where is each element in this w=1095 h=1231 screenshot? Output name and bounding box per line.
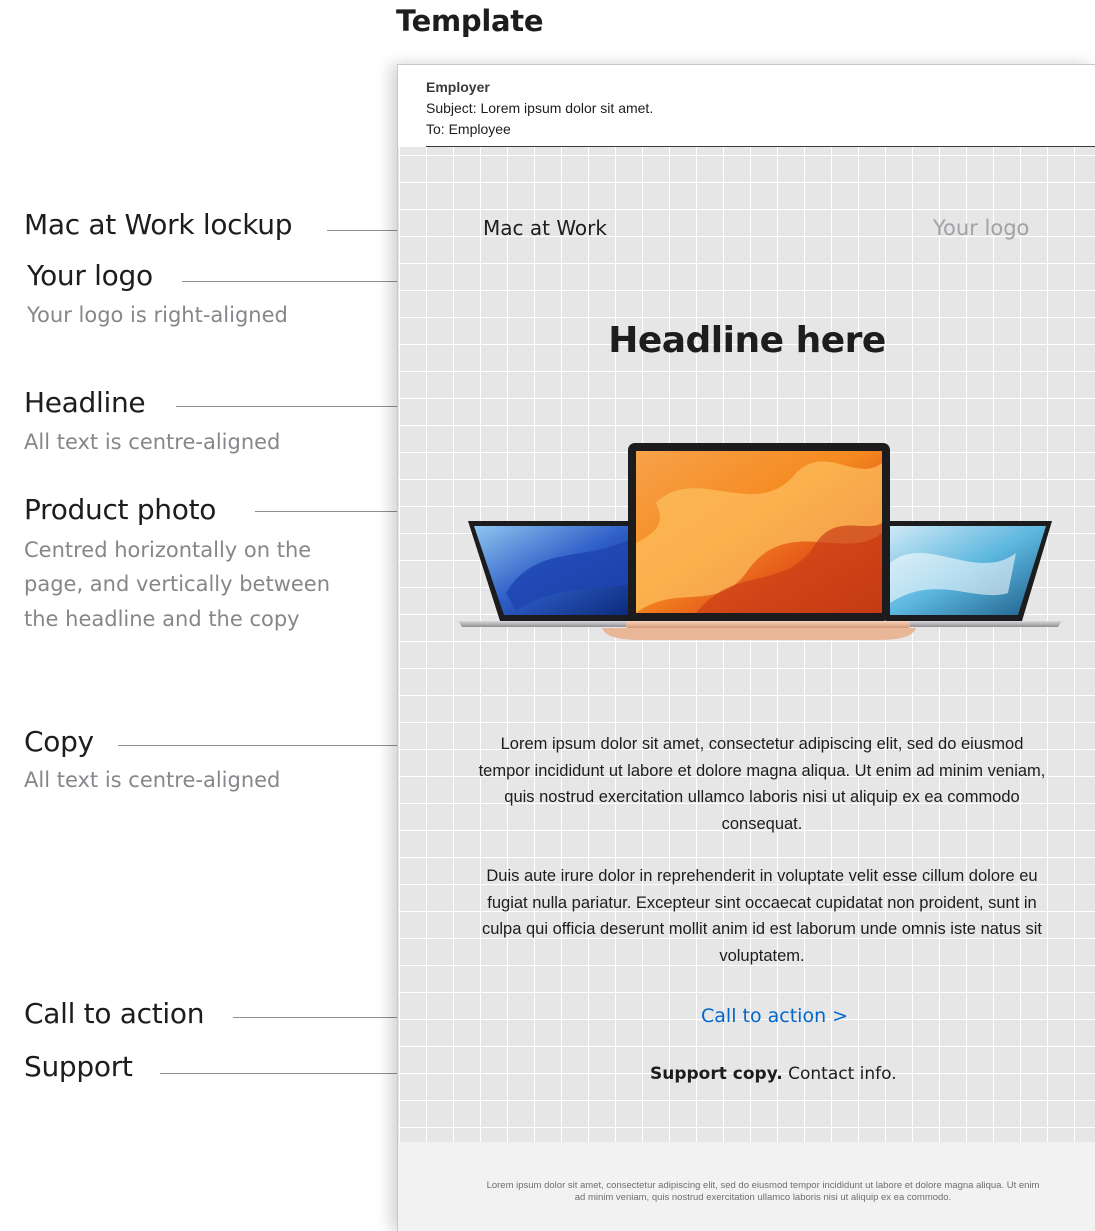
laptop-left-illustration <box>458 521 646 627</box>
call-to-action-link[interactable]: Call to action > <box>701 1005 848 1027</box>
annotation-label-lockup: Mac at Work lockup <box>24 208 293 241</box>
laptop-right-illustration <box>876 521 1062 627</box>
annotation-label-headline: Headline <box>24 386 146 419</box>
email-template: Employer Subject: Lorem ipsum dolor sit … <box>397 64 1095 1231</box>
annotation-desc-headline: All text is centre-aligned <box>24 430 281 454</box>
email-body-grid <box>398 147 1095 1142</box>
page-title: Template <box>396 4 544 38</box>
email-from: Employer <box>426 79 490 95</box>
annotation-desc-product-photo-line-2: page, and vertically between <box>24 572 331 596</box>
annotation-label-support: Support <box>24 1050 133 1083</box>
product-photo <box>458 443 1062 640</box>
footer-legal-text: Lorem ipsum dolor sit amet, consectetur … <box>486 1180 1040 1203</box>
annotation-label-cta: Call to action <box>24 997 205 1030</box>
annotation-desc-product-photo-line-3: the headline and the copy <box>24 607 300 631</box>
email-header: Employer Subject: Lorem ipsum dolor sit … <box>426 77 653 140</box>
annotation-desc-copy: All text is centre-aligned <box>24 768 281 792</box>
support-copy: Support copy. Contact info. <box>650 1064 897 1084</box>
annotation-label-product-photo: Product photo <box>24 493 217 526</box>
annotation-label-copy: Copy <box>24 725 94 758</box>
annotation-desc-logo: Your logo is right-aligned <box>27 303 288 327</box>
headline: Headline here <box>608 320 886 361</box>
copy-paragraph-2: Duis aute irure dolor in reprehenderit i… <box>481 867 1043 965</box>
email-to: To: Employee <box>426 121 511 137</box>
annotation-desc-product-photo-line-1: Centred horizontally on the <box>24 538 312 562</box>
copy-paragraph-1: Lorem ipsum dolor sit amet, consectetur … <box>478 735 1046 833</box>
support-contact-info: Contact info. <box>782 1064 897 1084</box>
email-footer: Lorem ipsum dolor sit amet, consectetur … <box>398 1142 1095 1231</box>
support-copy-bold: Support copy. <box>650 1064 783 1084</box>
email-subject: Subject: Lorem ipsum dolor sit amet. <box>426 100 654 116</box>
mac-at-work-lockup: Mac at Work <box>483 216 607 240</box>
annotation-label-logo: Your logo <box>27 259 153 292</box>
your-logo-placeholder: Your logo <box>933 216 1030 240</box>
laptop-center-illustration <box>602 443 916 640</box>
